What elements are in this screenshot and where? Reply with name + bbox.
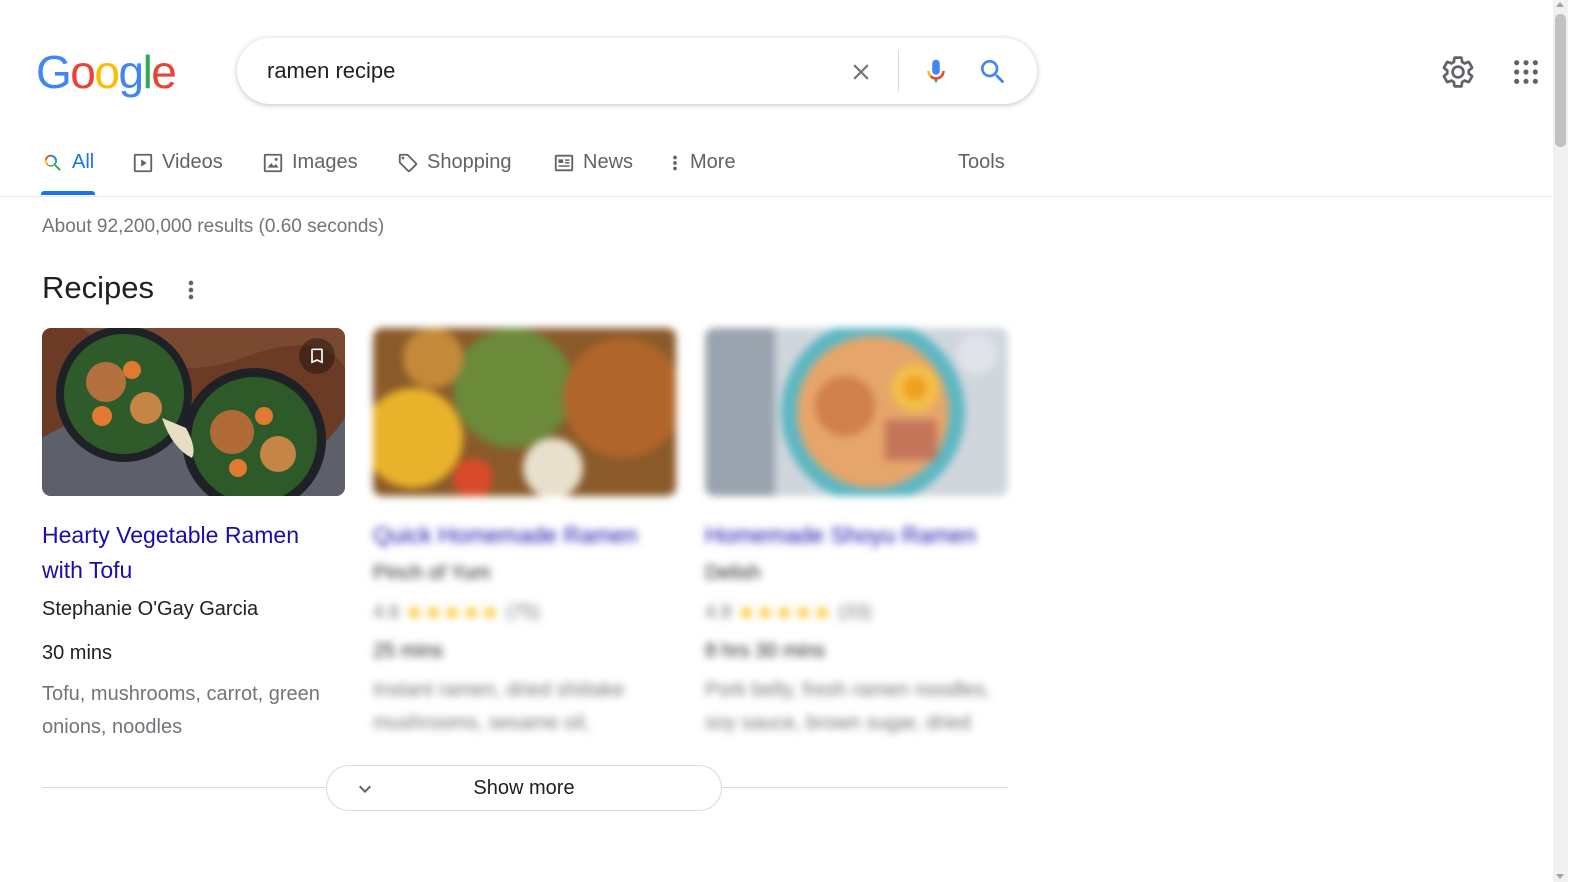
recipe-rating: 4.6 ★★★★★ (75) xyxy=(373,600,540,625)
rating-value: 4.6 xyxy=(373,601,400,623)
recipe-image[interactable] xyxy=(705,328,1008,496)
show-more-label: Show more xyxy=(473,777,575,799)
review-count: (75) xyxy=(506,601,540,623)
google-logo[interactable]: Google xyxy=(36,46,177,98)
recipe-source: Stephanie O'Gay Garcia xyxy=(42,598,259,620)
search-box xyxy=(237,38,1037,104)
tab-videos[interactable]: Videos xyxy=(132,138,223,196)
recipe-rating: 4.8 ★★★★★ (33) xyxy=(705,600,872,625)
recipe-time: 30 mins xyxy=(42,642,113,664)
recipe-card[interactable]: Homemade Shoyu Ramen Delish 4.8 ★★★★★ (3… xyxy=(705,328,1008,734)
tools-button[interactable]: Tools xyxy=(958,138,1005,196)
recipe-card[interactable]: Hearty Vegetable Ramen with Tofu Stephan… xyxy=(42,328,345,738)
voice-search-button[interactable] xyxy=(918,52,954,90)
search-divider xyxy=(898,50,899,92)
apps-grid-icon xyxy=(1514,60,1538,84)
star-rating: ★★★★★ xyxy=(405,602,501,624)
tab-label: More xyxy=(690,151,736,173)
bookmark-icon xyxy=(311,348,323,364)
recipes-heading: Recipes xyxy=(42,270,154,305)
logo-letter: l xyxy=(142,46,153,98)
close-icon xyxy=(853,64,869,80)
search-icon xyxy=(42,152,64,174)
recipe-title[interactable]: Quick Homemade Ramen xyxy=(373,520,673,550)
recipe-ingredients: Tofu, mushrooms, carrot, green onions, n… xyxy=(42,683,320,738)
recipe-time: 25 mins xyxy=(373,640,444,662)
logo-letter: g xyxy=(118,46,144,98)
recipe-card[interactable]: Quick Homemade Ramen Pinch of Yum 4.6 ★★… xyxy=(373,328,676,734)
recipes-menu-button[interactable] xyxy=(180,276,202,304)
tab-images[interactable]: Images xyxy=(262,138,358,196)
logo-letter: o xyxy=(70,46,96,98)
apps-button[interactable] xyxy=(1506,52,1546,92)
settings-button[interactable] xyxy=(1438,52,1478,92)
recipe-source: Pinch of Yum xyxy=(373,562,491,584)
tab-label: News xyxy=(583,151,634,173)
recipe-ingredients: Instant ramen, dried shiitake mushrooms,… xyxy=(373,679,625,734)
tab-news[interactable]: News xyxy=(553,138,633,196)
tools-label: Tools xyxy=(958,151,1005,173)
tab-more[interactable]: More xyxy=(666,138,736,196)
result-stats: About 92,200,000 results (0.60 seconds) xyxy=(42,216,385,237)
recipe-ingredients: Pork belly, fresh ramen noodles, soy sau… xyxy=(705,679,991,734)
gear-icon xyxy=(1442,56,1474,88)
scroll-down-arrow[interactable] xyxy=(1556,874,1564,879)
news-icon xyxy=(553,152,575,174)
scrollbar-thumb[interactable] xyxy=(1555,14,1566,147)
search-icon xyxy=(981,60,1005,84)
star-rating: ★★★★★ xyxy=(737,602,833,624)
more-vert-icon xyxy=(188,280,194,300)
tab-shopping[interactable]: Shopping xyxy=(397,138,512,196)
show-more-button[interactable]: Show more xyxy=(326,765,722,811)
tag-icon xyxy=(397,152,419,174)
search-input[interactable] xyxy=(267,54,827,88)
search-button[interactable] xyxy=(974,53,1012,91)
image-icon xyxy=(262,152,284,174)
search-tabs: All Videos Images Shopping News More Too… xyxy=(0,138,1553,197)
tab-label: Images xyxy=(292,151,358,173)
scroll-up-arrow[interactable] xyxy=(1556,2,1564,7)
tab-label: Videos xyxy=(162,151,223,173)
tab-all[interactable]: All xyxy=(42,138,94,196)
logo-letter: e xyxy=(151,46,177,98)
recipe-title[interactable]: Homemade Shoyu Ramen xyxy=(705,520,1005,550)
recipe-image[interactable] xyxy=(373,328,676,496)
tab-label: All xyxy=(72,151,95,173)
logo-letter: o xyxy=(94,46,120,98)
save-recipe-button[interactable] xyxy=(299,338,335,374)
recipe-source: Delish xyxy=(705,562,761,584)
mic-icon xyxy=(927,59,945,83)
recipe-time: 8 hrs 30 mins xyxy=(705,640,826,662)
more-vert-icon xyxy=(666,152,684,174)
clear-search-button[interactable] xyxy=(843,55,879,89)
logo-letter: G xyxy=(36,46,72,98)
recipe-title[interactable]: Hearty Vegetable Ramen with Tofu xyxy=(42,518,342,588)
rating-value: 4.8 xyxy=(705,601,732,623)
active-tab-indicator xyxy=(41,191,95,195)
review-count: (33) xyxy=(838,601,872,623)
play-icon xyxy=(132,152,154,174)
tab-label: Shopping xyxy=(427,151,512,173)
recipe-image[interactable] xyxy=(42,328,345,496)
